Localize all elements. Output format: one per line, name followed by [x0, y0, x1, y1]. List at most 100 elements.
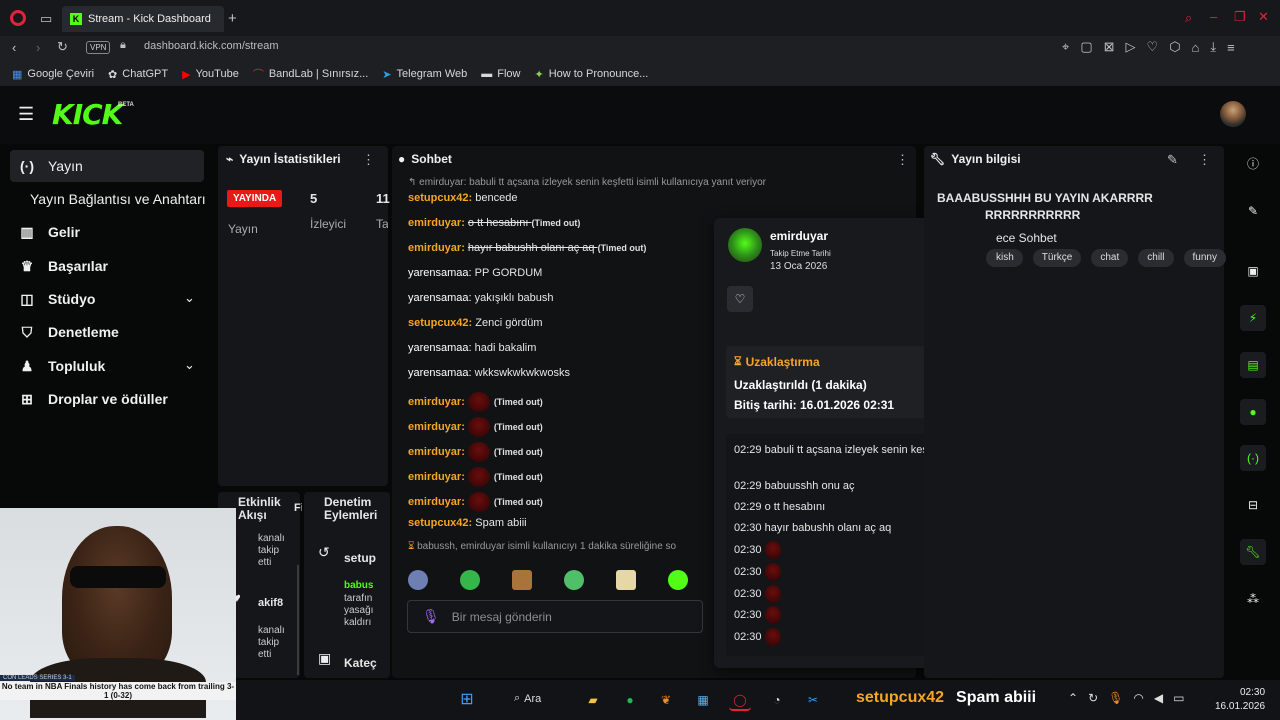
microphone-icon[interactable]: 🎙︎: [422, 608, 440, 625]
file-explorer-icon[interactable]: ▰: [582, 689, 604, 711]
search-icon[interactable]: ⌕: [1185, 10, 1192, 26]
share-icon[interactable]: ⁂: [1240, 586, 1266, 612]
snapshot-icon[interactable]: ▢: [1080, 39, 1092, 55]
user-card-username[interactable]: emirduyar: [770, 229, 828, 243]
volume-icon[interactable]: ◀︎: [1154, 691, 1163, 705]
sidebar-item-gelir[interactable]: ▥ Gelir: [10, 216, 204, 248]
info-icon[interactable]: ⓘ: [1240, 151, 1266, 177]
chat-message[interactable]: emirduyar: (Timed out): [408, 467, 704, 487]
hamburger-menu-icon[interactable]: ☰: [18, 104, 34, 125]
minimize-icon[interactable]: –: [1210, 9, 1217, 24]
bookmark-bandlab[interactable]: ⌒ BandLab | Sınırsız...: [253, 66, 368, 82]
chat-username[interactable]: emirduyar:: [408, 421, 468, 433]
more-options-icon[interactable]: ⋮: [362, 152, 375, 168]
keyboard-app-icon[interactable]: ▦: [692, 689, 714, 711]
bookmark-flow[interactable]: ▬ Flow: [481, 68, 520, 80]
chat-message[interactable]: setupcux42: Spam abiii: [408, 517, 704, 529]
tab-switch-icon[interactable]: ▭: [40, 11, 52, 27]
clock-time[interactable]: 02:30: [1240, 687, 1265, 698]
clock-date[interactable]: 16.01.2026: [1215, 701, 1265, 712]
user-avatar[interactable]: [728, 228, 762, 262]
sidebar-item-droplar[interactable]: ⊞ Droplar ve ödüller: [10, 383, 204, 415]
shield-x-icon[interactable]: ⊠: [1104, 39, 1115, 55]
close-window-icon[interactable]: ✕: [1258, 9, 1269, 25]
chat-username[interactable]: emirduyar:: [408, 217, 468, 229]
heart-icon[interactable]: ♡: [1147, 39, 1159, 55]
opera-taskbar-icon[interactable]: ◯: [729, 689, 751, 711]
chat-message[interactable]: emirduyar: o tt hesabını (Timed out): [408, 217, 704, 229]
wallet-icon[interactable]: ⌂: [1192, 40, 1200, 55]
sidebar-item-yayin[interactable]: (·) Yayın: [10, 150, 204, 182]
vpn-badge[interactable]: VPN: [86, 41, 111, 54]
lightning-icon[interactable]: ⚡︎: [1240, 305, 1266, 331]
kick-logo[interactable]: KICK: [52, 98, 123, 131]
spotify-icon[interactable]: ●: [619, 689, 641, 711]
chat-username[interactable]: yarensamaa:: [408, 267, 475, 279]
camera-icon[interactable]: ▣: [1240, 258, 1266, 284]
emote-happy-icon[interactable]: [564, 570, 584, 590]
broadcast-icon[interactable]: (·): [1240, 445, 1266, 471]
windows-start-icon[interactable]: ⊞: [456, 689, 478, 711]
new-tab-icon[interactable]: +: [228, 10, 237, 27]
sidebar-item-basarilar[interactable]: ♛ Başarılar: [10, 250, 204, 282]
url-field[interactable]: dashboard.kick.com/stream: [144, 40, 279, 52]
sync-icon[interactable]: ↻: [1088, 691, 1098, 705]
chat-message[interactable]: yarensamaa: wkkswkwkwkwosks: [408, 367, 704, 379]
sidebar-item-studyo[interactable]: ◫ Stüdyo: [10, 283, 204, 315]
forward-icon[interactable]: ›: [36, 40, 40, 55]
mic-icon[interactable]: 🎙︎: [1108, 691, 1123, 705]
notes-icon[interactable]: ▤: [1240, 352, 1266, 378]
wifi-icon[interactable]: ◠: [1133, 691, 1143, 705]
chat-username[interactable]: yarensamaa:: [408, 342, 475, 354]
chat-username[interactable]: yarensamaa:: [408, 292, 475, 304]
extensions-icon[interactable]: ⬡: [1169, 39, 1180, 55]
chevron-down-icon[interactable]: ⌄: [184, 357, 195, 373]
chat-message[interactable]: emirduyar: (Timed out): [408, 417, 704, 437]
chevron-down-icon[interactable]: ⌄: [184, 290, 195, 306]
chat-message[interactable]: yarensamaa: PP GORDUM: [408, 267, 704, 279]
chat-message[interactable]: setupcux42: Zenci gördüm: [408, 317, 704, 329]
emote-green-icon[interactable]: [668, 570, 688, 590]
emote-anime-icon[interactable]: [616, 570, 636, 590]
chat-message[interactable]: yarensamaa: yakışıklı babush: [408, 292, 704, 304]
bookmark-google-translate[interactable]: ▦ Google Çeviri: [12, 68, 94, 81]
sidebar-item-topluluk[interactable]: ♟ Topluluk: [10, 350, 204, 382]
scrollbar[interactable]: [297, 565, 299, 675]
back-icon[interactable]: ‹: [12, 40, 16, 55]
chat-username[interactable]: emirduyar:: [408, 446, 468, 458]
bookmark-youtube[interactable]: ▶ YouTube: [182, 68, 239, 81]
emote-face-icon[interactable]: [408, 570, 428, 590]
menu-icon[interactable]: ≡: [1227, 40, 1235, 55]
chat-message[interactable]: emirduyar: (Timed out): [408, 442, 704, 462]
snipping-tool-icon[interactable]: ✂: [802, 689, 824, 711]
sidebar-item-stream-key[interactable]: Yayın Bağlantısı ve Anahtarı: [22, 183, 216, 215]
chat-username[interactable]: emirduyar:: [408, 471, 468, 483]
more-options-icon[interactable]: ⋮: [1198, 152, 1211, 168]
download-icon[interactable]: ⤓: [1210, 39, 1216, 55]
chat-message[interactable]: emirduyar: hayır babushh olanı aç aq (Ti…: [408, 242, 704, 254]
more-options-icon[interactable]: ⋮: [896, 152, 909, 168]
chat-message[interactable]: yarensamaa: hadi bakalim: [408, 342, 704, 354]
chat-icon[interactable]: ●: [1240, 399, 1266, 425]
edit-pencil-icon[interactable]: ✎: [1167, 152, 1178, 168]
play-icon[interactable]: ▷: [1126, 39, 1136, 55]
fl-studio-icon[interactable]: ❦: [655, 689, 677, 711]
maximize-icon[interactable]: ❐: [1234, 9, 1246, 25]
pin-icon[interactable]: ⌖: [1062, 39, 1069, 55]
battery-icon[interactable]: ▭: [1173, 691, 1184, 705]
reload-icon[interactable]: ↻: [57, 39, 68, 55]
chat-message[interactable]: setupcux42: bencede: [408, 192, 704, 204]
chevron-up-icon[interactable]: ⌃: [1068, 691, 1078, 705]
emote-box-icon[interactable]: [512, 570, 532, 590]
bookmark-pronounce[interactable]: ✦ How to Pronounce...: [534, 68, 648, 81]
chat-username[interactable]: emirduyar:: [408, 242, 468, 254]
chat-message[interactable]: emirduyar: (Timed out): [408, 392, 704, 412]
avatar[interactable]: [1220, 101, 1246, 127]
chat-username[interactable]: emirduyar:: [408, 496, 468, 508]
follow-button[interactable]: ♡: [727, 286, 753, 312]
layout-icon[interactable]: ⊟: [1240, 492, 1266, 518]
opera-icon[interactable]: [10, 10, 26, 26]
chat-input[interactable]: 🎙︎ Bir mesaj gönderin: [407, 600, 703, 633]
chat-username[interactable]: setupcux42:: [408, 517, 475, 529]
chat-username[interactable]: setupcux42:: [408, 317, 475, 329]
